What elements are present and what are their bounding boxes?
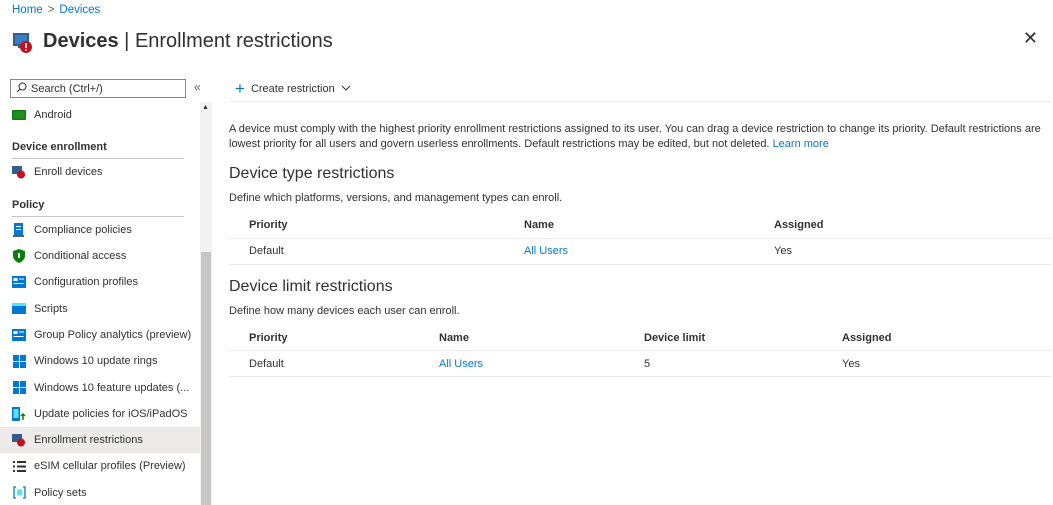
sidebar-item-conditional-access[interactable]: Conditional access: [0, 243, 200, 269]
policy-sets-icon: [12, 486, 26, 500]
cell-priority: Default: [229, 350, 419, 377]
config-profile-icon: [12, 275, 26, 289]
compliance-icon: [12, 222, 26, 237]
cell-device-limit: 5: [624, 350, 822, 377]
sidebar: Search (Ctrl+/) « Android Device enrollm…: [0, 76, 216, 505]
cell-priority: Default: [229, 238, 504, 265]
sidebar-item-android[interactable]: Android: [0, 102, 200, 128]
search-icon: [16, 82, 27, 96]
device-type-restrictions-title: Device type restrictions: [229, 165, 395, 182]
section-header-device-enrollment: Device enrollment: [12, 141, 107, 154]
sidebar-menu: Android Device enrollment Enroll devices…: [0, 102, 200, 505]
sidebar-item-scripts[interactable]: Scripts: [0, 295, 200, 321]
table-header-row: Priority Name Device limit Assigned: [229, 325, 1051, 351]
page-title: Devices | Enrollment restrictions: [43, 29, 333, 52]
sidebar-scrollbar[interactable]: ▲: [200, 102, 212, 505]
windows-icon: [12, 381, 26, 395]
all-users-link[interactable]: All Users: [524, 245, 568, 257]
sidebar-item-enroll-devices[interactable]: Enroll devices: [0, 159, 200, 185]
toolbar: + Create restriction: [229, 76, 1051, 102]
sidebar-item-esim-profiles[interactable]: eSIM cellular profiles (Preview): [0, 453, 200, 479]
breadcrumb-devices-link[interactable]: Devices: [59, 4, 100, 16]
column-header-priority[interactable]: Priority: [229, 325, 419, 351]
esim-icon: [12, 459, 26, 473]
group-policy-icon: [12, 328, 26, 342]
sidebar-item-compliance-policies[interactable]: Compliance policies: [0, 217, 200, 243]
description: A device must comply with the highest pr…: [229, 123, 1041, 150]
column-header-name[interactable]: Name: [504, 213, 754, 239]
all-users-link[interactable]: All Users: [439, 358, 483, 370]
section-header-policy: Policy: [12, 198, 45, 211]
device-limit-restrictions-title: Device limit restrictions: [229, 277, 393, 295]
enrollment-restrictions-icon: [12, 32, 34, 54]
add-icon: +: [235, 79, 245, 98]
sidebar-item-windows-feature-updates[interactable]: Windows 10 feature updates (...: [0, 374, 200, 400]
enroll-devices-icon: [12, 165, 26, 179]
scrollbar-thumb[interactable]: [201, 252, 211, 505]
sidebar-item-policy-sets[interactable]: Policy sets: [0, 480, 200, 505]
main-content: + Create restriction A device must compl…: [229, 76, 1053, 377]
breadcrumb-home-link[interactable]: Home: [12, 4, 43, 16]
chevron-down-icon: [341, 83, 351, 94]
android-icon: [12, 108, 26, 122]
column-header-assigned[interactable]: Assigned: [754, 213, 1051, 239]
enrollment-restrictions-icon: [12, 433, 26, 447]
cell-assigned: Yes: [754, 238, 1051, 265]
learn-more-link[interactable]: Learn more: [773, 138, 829, 150]
table-row[interactable]: Default All Users Yes: [229, 238, 1051, 265]
table-row[interactable]: Default All Users 5 Yes: [229, 350, 1051, 377]
sidebar-item-enrollment-restrictions[interactable]: Enrollment restrictions: [0, 426, 200, 454]
collapse-sidebar-icon[interactable]: «: [194, 80, 201, 94]
column-header-name[interactable]: Name: [419, 325, 624, 351]
column-header-priority[interactable]: Priority: [229, 213, 504, 239]
device-limit-restrictions-subtitle: Define how many devices each user can en…: [229, 304, 460, 317]
device-type-restrictions-subtitle: Define which platforms, versions, and ma…: [229, 192, 563, 204]
column-header-assigned[interactable]: Assigned: [822, 325, 1051, 351]
device-type-table: Priority Name Assigned Default All Users…: [229, 213, 1051, 265]
column-header-device-limit[interactable]: Device limit: [624, 325, 822, 351]
sidebar-item-group-policy-analytics[interactable]: Group Policy analytics (preview): [0, 322, 200, 348]
breadcrumb: Home > Devices: [12, 4, 100, 16]
cell-assigned: Yes: [822, 350, 1051, 377]
close-icon[interactable]: ✕: [1023, 28, 1038, 49]
table-header-row: Priority Name Assigned: [229, 213, 1051, 239]
search-placeholder: Search (Ctrl+/): [31, 82, 103, 95]
create-restriction-button[interactable]: + Create restriction: [235, 80, 351, 97]
sidebar-item-windows-update-rings[interactable]: Windows 10 update rings: [0, 348, 200, 374]
sidebar-item-update-policies-ios[interactable]: Update policies for iOS/iPadOS: [0, 401, 200, 427]
windows-icon: [12, 354, 26, 368]
search-input[interactable]: Search (Ctrl+/): [10, 79, 186, 98]
shield-icon: [12, 249, 26, 264]
breadcrumb-separator: >: [47, 4, 55, 16]
sidebar-item-configuration-profiles[interactable]: Configuration profiles: [0, 269, 200, 295]
page-header: Devices | Enrollment restrictions ✕: [12, 24, 1042, 58]
scroll-up-icon[interactable]: ▲: [202, 104, 209, 111]
scripts-icon: [12, 302, 26, 316]
ios-update-icon: [12, 406, 26, 421]
device-limit-table: Priority Name Device limit Assigned Defa…: [229, 325, 1051, 377]
